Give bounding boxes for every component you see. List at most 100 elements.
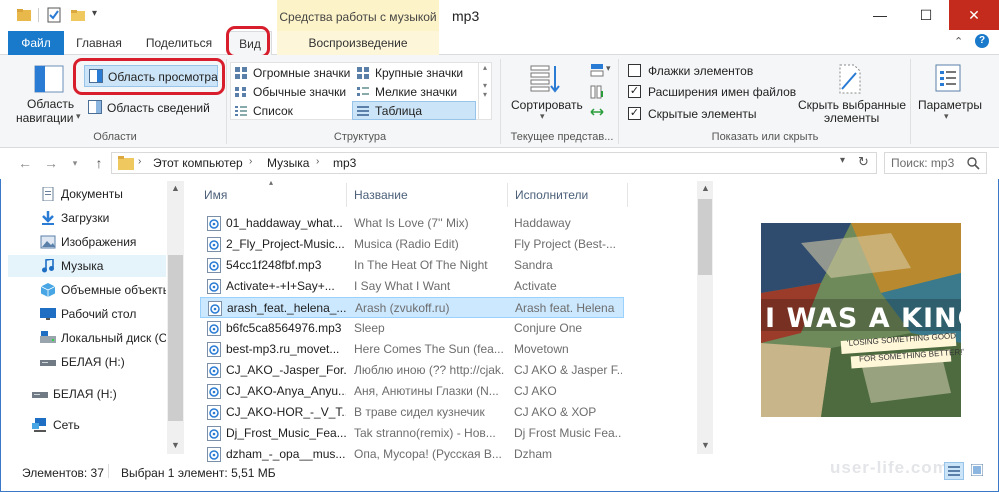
address-bar[interactable]: › Этот компьютер › Музыка › mp3 ▾ ↻: [111, 152, 877, 174]
small-icons-option[interactable]: Мелкие значки: [354, 83, 474, 101]
layout-gallery-scroll[interactable]: ▴ ▾ ▾: [478, 63, 491, 119]
minimize-button[interactable]: —: [857, 0, 903, 30]
details-view-icon: [357, 106, 369, 116]
scroll-up-icon[interactable]: ▲: [701, 183, 710, 193]
new-folder-icon[interactable]: [70, 7, 86, 23]
item-checkboxes-option[interactable]: Флажки элементов: [627, 63, 807, 79]
details-view-toggle[interactable]: [944, 462, 964, 480]
column-header-title[interactable]: Название: [348, 183, 508, 207]
medium-icons-option[interactable]: Обычные значки: [232, 83, 352, 101]
pictures-icon: [40, 235, 56, 249]
preview-pane-highlight-ring: [73, 58, 225, 95]
group-by-icon[interactable]: [590, 63, 604, 77]
file-artist: Fly Project (Best-...: [514, 237, 617, 251]
file-name: Dj_Frost_Music_Fea...: [226, 426, 346, 440]
large-icons-label: Крупные значки: [375, 66, 464, 80]
nav-item-desktop[interactable]: Рабочий стол: [8, 303, 166, 325]
nav-item-drive-h[interactable]: БЕЛАЯ (H:): [8, 351, 166, 373]
hidden-items-option[interactable]: ✓ Скрытые элементы: [627, 106, 807, 122]
nav-item-3d-objects[interactable]: Объемные объекты: [8, 279, 166, 301]
column-header-name[interactable]: Имя: [198, 183, 347, 207]
item-checkboxes-checkbox[interactable]: [628, 64, 641, 77]
nav-item-pictures[interactable]: Изображения: [8, 231, 166, 253]
forward-button[interactable]: →: [42, 154, 60, 172]
nav-pane-scroll-thumb[interactable]: [168, 255, 183, 421]
search-icon[interactable]: [967, 157, 980, 170]
file-title: В траве сидел кузнечик: [354, 405, 485, 419]
large-icons-option[interactable]: Крупные значки: [354, 64, 474, 82]
up-button[interactable]: ↑: [90, 154, 108, 172]
size-columns-icon[interactable]: [590, 105, 604, 119]
tab-share[interactable]: Поделиться: [138, 31, 220, 55]
tab-file[interactable]: Файл: [8, 31, 64, 55]
file-row[interactable]: 2_Fly_Project-Music... Musica (Radio Edit…: [200, 234, 624, 255]
file-row[interactable]: arash_feat._helena_... Arash (zvukoff.ru)…: [200, 297, 624, 318]
ribbon-separator: [226, 59, 227, 144]
collapse-ribbon-icon[interactable]: ⌃: [954, 35, 963, 48]
details-pane-button[interactable]: Область сведений: [84, 98, 218, 118]
scroll-up-icon[interactable]: ▲: [171, 183, 180, 193]
breadcrumb-music[interactable]: Музыка: [267, 156, 309, 170]
close-button[interactable]: ✕: [949, 0, 999, 30]
file-extensions-label: Расширения имен файлов: [648, 85, 797, 99]
file-name: 2_Fly_Project-Music...: [226, 237, 345, 251]
file-row[interactable]: CJ_AKO_-Jasper_For... Люблю иною (?? http…: [200, 360, 624, 381]
tab-playback[interactable]: Воспроизведение: [277, 31, 439, 55]
list-option[interactable]: Список: [232, 102, 352, 120]
nav-item-music[interactable]: Музыка: [8, 255, 166, 277]
nav-pane-scrollbar[interactable]: ▲ ▼: [167, 181, 184, 454]
file-extensions-checkbox[interactable]: ✓: [628, 85, 641, 98]
address-dropdown-icon[interactable]: ▾: [840, 155, 845, 166]
back-button[interactable]: ←: [16, 154, 34, 172]
details-pane-label: Область сведений: [107, 101, 210, 115]
file-list-scrollbar[interactable]: ▲ ▼: [697, 181, 713, 454]
file-row[interactable]: CJ_AKO-HOR_-_V_T... В траве сидел кузнечи…: [200, 402, 624, 423]
refresh-icon[interactable]: ↻: [858, 154, 869, 170]
file-row[interactable]: CJ_AKO-Anya_Anyu... Аня, Анютины Глазки (…: [200, 381, 624, 402]
hidden-items-checkbox[interactable]: ✓: [628, 107, 641, 120]
maximize-button[interactable]: ☐: [903, 0, 949, 30]
nav-item-local-disk[interactable]: Локальный диск (C:): [8, 327, 166, 349]
music-icon: [42, 259, 54, 273]
recent-locations-icon[interactable]: ▾: [66, 154, 84, 172]
small-icons-label: Мелкие значки: [375, 85, 458, 99]
drive-icon: [32, 392, 48, 398]
folder-icon[interactable]: [16, 7, 32, 23]
desktop-icon: [40, 308, 56, 320]
breadcrumb-this-pc[interactable]: Этот компьютер: [153, 156, 243, 170]
scroll-down-icon[interactable]: ▼: [171, 440, 180, 450]
column-header-artists[interactable]: Исполнители: [509, 183, 628, 207]
file-list-scroll-thumb[interactable]: [698, 199, 712, 275]
file-row[interactable]: 01_haddaway_what... What Is Love (7'' Mix…: [200, 213, 624, 234]
file-row[interactable]: 54cc1f248fbf.mp3 In The Heat Of The Night…: [200, 255, 624, 276]
file-row[interactable]: Activate+-+I+Say+... I Say What I Want Act…: [200, 276, 624, 297]
music-tools-context-tab: Средства работы с музыкой: [277, 0, 439, 31]
file-row[interactable]: b6fc5ca8564976.mp3 Sleep Conjure One: [200, 318, 624, 339]
nav-item-documents[interactable]: Документы: [8, 183, 166, 205]
extra-large-icons-option[interactable]: Огромные значки: [232, 64, 352, 82]
file-extensions-option[interactable]: ✓ Расширения имен файлов: [627, 84, 807, 100]
nav-item-label: Документы: [61, 187, 123, 201]
group-by-dropdown-icon[interactable]: ▾: [606, 63, 611, 74]
breadcrumb-mp3[interactable]: mp3: [333, 156, 356, 170]
nav-item-network[interactable]: Сеть: [8, 414, 166, 436]
ribbon-separator: [618, 59, 619, 144]
details-option[interactable]: Таблица: [352, 101, 476, 120]
sort-label: Сортировать: [511, 98, 583, 112]
tab-home[interactable]: Главная: [68, 31, 130, 55]
file-row[interactable]: Dj_Frost_Music_Fea... Tak stranno(remix) …: [200, 423, 624, 444]
large-icons-view-toggle[interactable]: [968, 462, 988, 480]
qat-dropdown-icon[interactable]: ▾: [92, 8, 97, 19]
search-input[interactable]: Поиск: mp3: [884, 152, 987, 174]
breadcrumb-separator-icon: ›: [316, 156, 320, 167]
layout-group-label: Структура: [333, 131, 387, 143]
properties-icon[interactable]: [46, 7, 62, 23]
nav-item-drive-h-root[interactable]: БЕЛАЯ (H:): [8, 383, 166, 405]
file-row[interactable]: best-mp3.ru_movet... Here Comes The Sun (…: [200, 339, 624, 360]
nav-item-downloads[interactable]: Загрузки: [8, 207, 166, 229]
help-icon[interactable]: ?: [975, 34, 989, 48]
nav-pane-label-2: навигации: [16, 111, 74, 125]
add-columns-icon[interactable]: [590, 85, 604, 99]
local-disk-icon: [40, 331, 56, 343]
scroll-down-icon[interactable]: ▼: [701, 440, 710, 450]
